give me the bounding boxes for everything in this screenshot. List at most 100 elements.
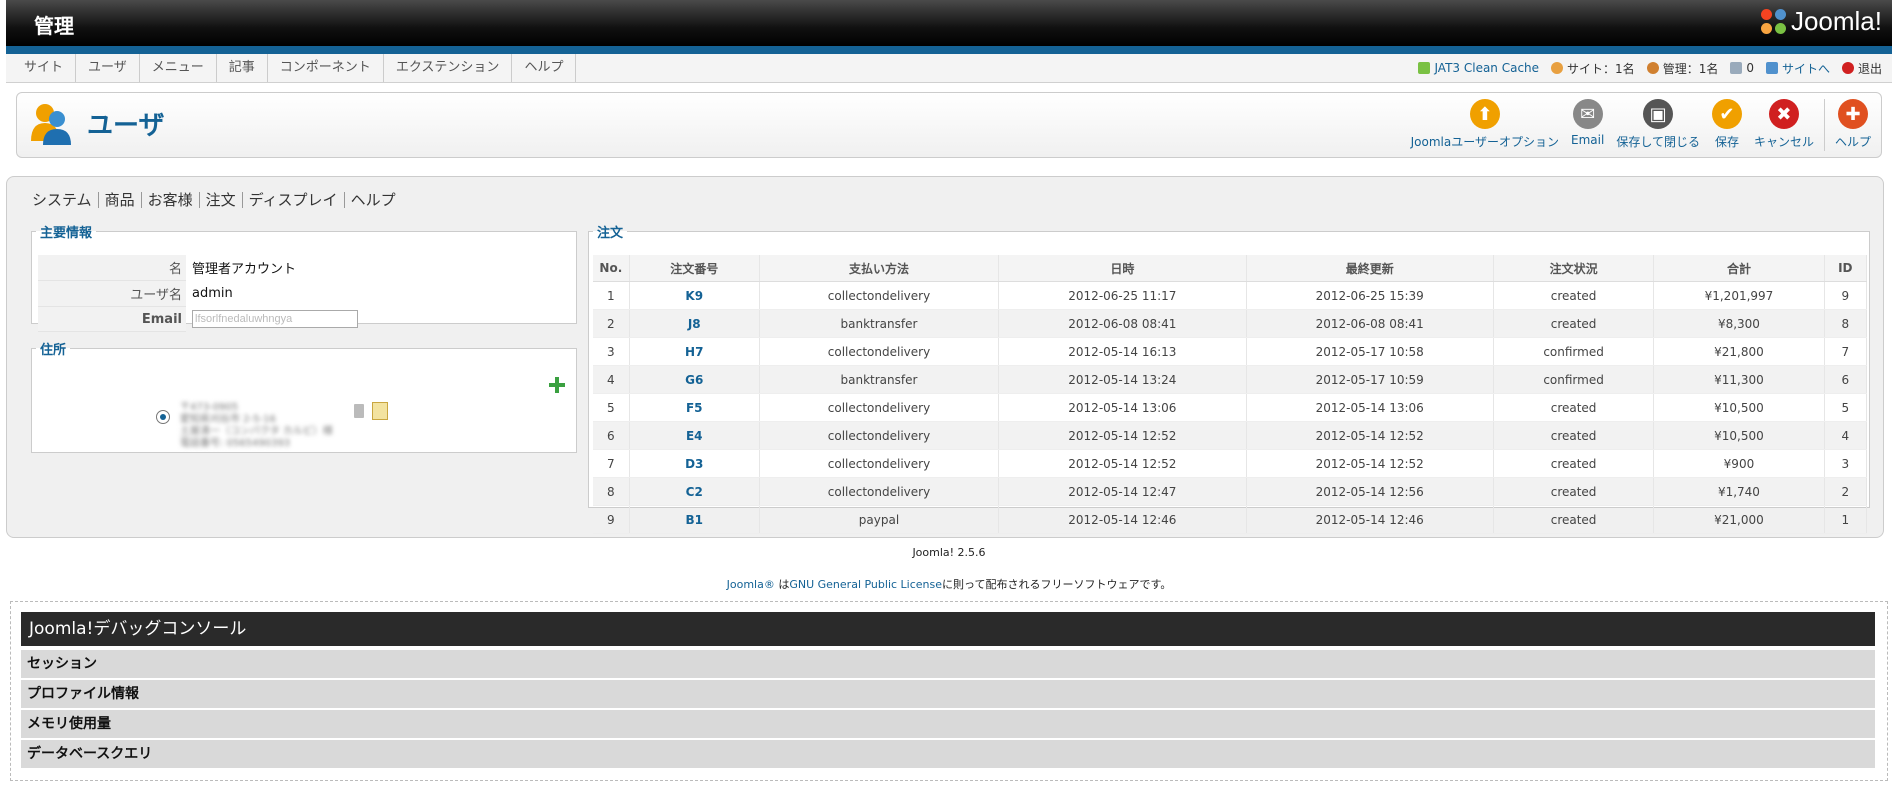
subnav-item[interactable]: 商品: [99, 192, 142, 208]
edit-icon[interactable]: [372, 402, 388, 420]
table-cell: C2: [629, 477, 760, 506]
table-row: 9 B1 paypal 2012-05-14 12:46 2012-05-14 12:4…: [593, 505, 1868, 534]
delete-icon[interactable]: [354, 404, 364, 418]
cancel-label: キャンセル: [1753, 135, 1814, 149]
info-key: ユーザ名: [38, 280, 186, 307]
address-radio[interactable]: [156, 410, 170, 424]
cancel-button[interactable]: ✖ キャンセル: [1754, 99, 1814, 151]
table-cell: ¥21,000: [1653, 505, 1825, 534]
table-cell: created: [1493, 281, 1655, 310]
main-menubar: サイト ユーザ メニュー 記事 コンポーネント エクステンション ヘルプ JAT3 Clea…: [6, 54, 1892, 83]
add-address-icon[interactable]: [548, 376, 566, 394]
save-close-button[interactable]: ▣ 保存して閉じる: [1616, 99, 1700, 151]
table-row: 6 E4 collectondelivery 2012-05-14 12:52 2012…: [593, 421, 1868, 450]
table-cell: D3: [629, 449, 760, 478]
subnav-item[interactable]: ヘルプ: [345, 192, 402, 208]
table-cell: ¥21,800: [1653, 337, 1825, 366]
debug-session[interactable]: セッション: [21, 650, 1875, 678]
table-cell: 2012-05-17 10:58: [1246, 337, 1494, 366]
order-number-link[interactable]: B1: [685, 513, 703, 527]
table-cell: 2012-05-14 12:46: [1246, 505, 1494, 534]
table-cell: 2012-05-14 12:52: [1246, 449, 1494, 478]
menu-list: サイト ユーザ メニュー 記事 コンポーネント エクステンション ヘルプ: [12, 54, 577, 82]
table-row: 3 H7 collectondelivery 2012-05-14 16:13 2012…: [593, 337, 1868, 366]
users-icon: [1551, 62, 1564, 74]
table-cell: 2012-06-25 15:39: [1246, 281, 1494, 310]
orders-header-row: No. 注文番号 支払い方法 日時 最終更新 注文状況 合計 ID: [593, 255, 1868, 282]
table-cell: ¥900: [1653, 449, 1825, 478]
admin-header: 管理 Joomla!: [6, 0, 1892, 46]
license-mid: は: [774, 578, 790, 591]
menu-item[interactable]: 記事: [217, 54, 268, 82]
logout-label[interactable]: 退出: [1858, 60, 1882, 77]
menu-item[interactable]: ヘルプ: [512, 54, 577, 82]
admin-users-count: 管理：1名: [1646, 60, 1718, 77]
save-close-label: 保存して閉じる: [1616, 135, 1700, 149]
table-cell: E4: [629, 421, 760, 450]
main-info-legend: 主要情報: [40, 226, 93, 241]
menu-item[interactable]: ユーザ: [76, 54, 140, 82]
messages-count[interactable]: 0: [1730, 61, 1754, 75]
table-cell: 2012-05-14 13:24: [998, 365, 1247, 394]
table-cell: 2012-05-14 12:52: [998, 421, 1247, 450]
info-value: admin: [192, 286, 233, 301]
cache-icon: [1418, 62, 1431, 74]
subnav-item[interactable]: 注文: [200, 192, 243, 208]
table-cell: 2: [1824, 477, 1868, 506]
table-cell: G6: [629, 365, 760, 394]
table-cell: 2012-05-14 12:56: [1246, 477, 1494, 506]
table-cell: ¥8,300: [1653, 309, 1825, 338]
menu-item[interactable]: エクステンション: [384, 54, 513, 82]
debug-profile[interactable]: プロファイル情報: [21, 680, 1875, 708]
table-cell: B1: [629, 505, 760, 534]
debug-memory[interactable]: メモリ使用量: [21, 710, 1875, 738]
site-users-count: サイト：1名: [1551, 60, 1635, 77]
site-users-label: サイト：1名: [1567, 61, 1635, 76]
clean-cache-link[interactable]: JAT3 Clean Cache: [1418, 61, 1539, 75]
info-key: Email: [38, 306, 186, 332]
address-text: 〒473-0905 愛知県刈谷市 2-5-16 土屋清一（コンパクタ カルビ）様…: [180, 402, 333, 450]
menu-item[interactable]: メニュー: [140, 54, 217, 82]
view-site-label[interactable]: サイトへ: [1782, 60, 1830, 77]
order-number-link[interactable]: E4: [686, 429, 703, 443]
table-cell: 2012-05-14 12:46: [998, 505, 1247, 534]
address-line: 愛知県刈谷市 2-5-16: [180, 414, 276, 425]
options-button[interactable]: ⬆ Joomlaユーザーオプション: [1411, 99, 1559, 151]
view-site-link[interactable]: サイトへ: [1765, 60, 1830, 77]
subnav-item[interactable]: お客様: [142, 192, 200, 208]
column-header: 合計: [1653, 255, 1825, 282]
debug-console: Joomla!デバッグコンソール セッション プロファイル情報 メモリ使用量 デ…: [10, 601, 1888, 781]
email-field[interactable]: [192, 310, 358, 328]
table-cell: banktransfer: [759, 365, 1000, 394]
sub-navigation: システム 商品 お客様 注文 ディスプレイ ヘルプ: [26, 192, 402, 208]
logout-link[interactable]: 退出: [1841, 60, 1882, 77]
menu-item[interactable]: コンポーネント: [268, 54, 384, 82]
help-button[interactable]: ✚ ヘルプ: [1835, 99, 1871, 151]
clean-cache-label[interactable]: JAT3 Clean Cache: [1434, 61, 1539, 75]
order-number-link[interactable]: G6: [685, 373, 703, 387]
email-button[interactable]: ✉ Email: [1571, 99, 1604, 151]
order-number-link[interactable]: F5: [686, 401, 703, 415]
page-title: ユーザ: [87, 111, 165, 141]
menu-item[interactable]: サイト: [12, 54, 77, 82]
joomla-logo-text: Joomla!: [1790, 6, 1882, 36]
table-cell: 2: [593, 309, 630, 338]
order-number-link[interactable]: J8: [688, 317, 701, 331]
orders-table: No. 注文番号 支払い方法 日時 最終更新 注文状況 合計 ID 1 K9 collectond…: [593, 255, 1868, 534]
messages-label: 0: [1746, 61, 1754, 75]
cancel-icon: ✖: [1768, 99, 1799, 129]
gpl-link[interactable]: GNU General Public License: [789, 578, 942, 591]
mail-icon: [1730, 62, 1743, 74]
debug-queries[interactable]: データベースクエリ: [21, 740, 1875, 768]
table-cell: 6: [1824, 365, 1868, 394]
monitor-icon: [1765, 62, 1778, 74]
subnav-item[interactable]: システム: [26, 192, 99, 208]
order-number-link[interactable]: K9: [685, 289, 703, 303]
order-number-link[interactable]: D3: [685, 457, 703, 471]
order-number-link[interactable]: H7: [685, 345, 703, 359]
save-button[interactable]: ✔ 保存: [1711, 99, 1742, 151]
order-number-link[interactable]: C2: [686, 485, 703, 499]
joomla-link[interactable]: Joomla®: [727, 578, 775, 591]
address-fieldset: 住所 〒473-0905 愛知県刈谷市 2-5-16 土屋清一（コンパクタ カル…: [31, 339, 577, 453]
subnav-item[interactable]: ディスプレイ: [243, 192, 345, 208]
